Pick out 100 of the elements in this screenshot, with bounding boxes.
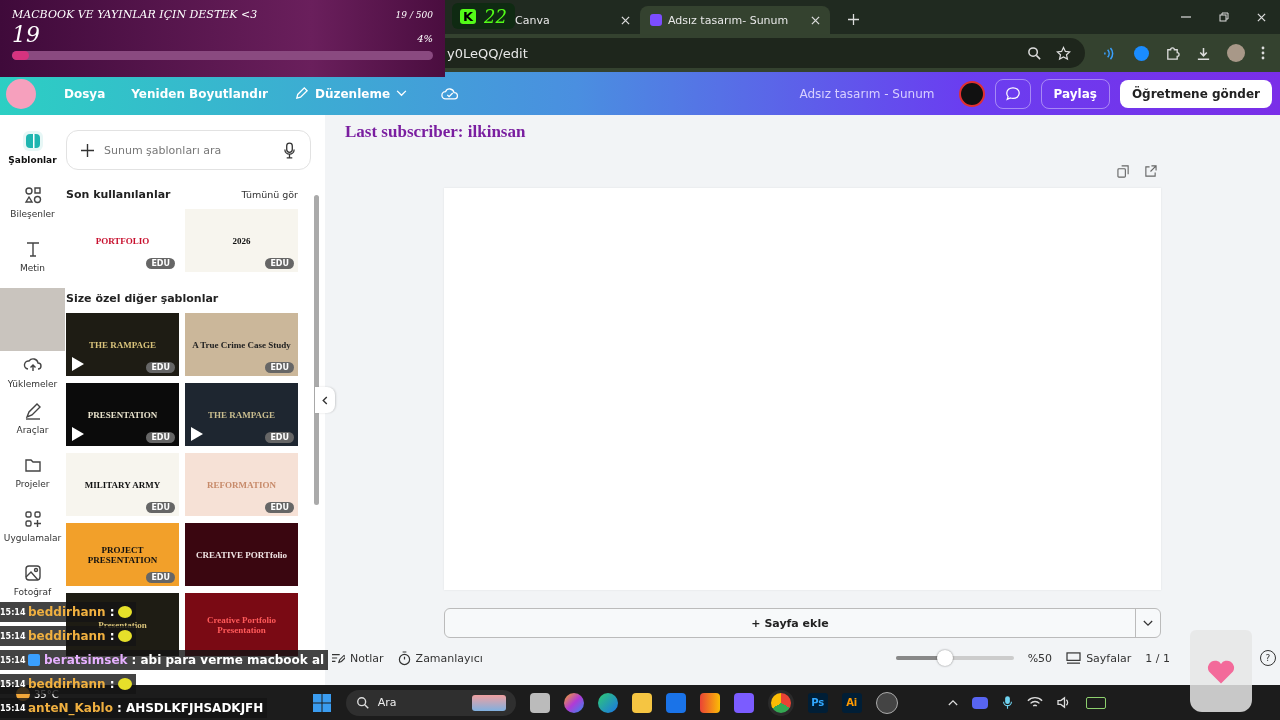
sidebar-item[interactable]: Yüklemeler — [0, 353, 65, 399]
tray-icons[interactable] — [948, 699, 958, 706]
thumbnail-title: Creative Portfolio Presentation — [205, 614, 278, 635]
thumbnail-title: REFORMATION — [206, 479, 277, 490]
template-thumbnail[interactable]: PRESENTATION EDU — [66, 383, 179, 446]
profile-avatar[interactable] — [1227, 44, 1245, 62]
shapes-icon — [22, 185, 43, 205]
close-icon[interactable] — [1257, 12, 1266, 22]
caret-icon — [396, 90, 408, 97]
template-thumbnail[interactable]: THE RAMPAGE EDU — [66, 313, 179, 376]
document-title[interactable]: Adsız tasarım - Sunum — [799, 86, 935, 101]
edu-badge: EDU — [146, 502, 175, 513]
chat-time: 15:14 — [0, 703, 24, 713]
avatar[interactable] — [958, 80, 985, 107]
battery-icon[interactable] — [1086, 696, 1106, 709]
thumbnail-title: PROJECT PRESENTATION — [86, 544, 159, 565]
share-icon[interactable] — [1144, 165, 1157, 178]
puzzle-icon[interactable] — [1165, 45, 1180, 61]
template-thumbnail[interactable]: A True Crime Case Study EDU — [185, 313, 298, 376]
close-icon[interactable] — [811, 15, 820, 25]
chat-username: beratsimsek — [44, 653, 128, 667]
apps-icon — [22, 509, 43, 529]
app-icon[interactable]: Ps — [807, 692, 828, 713]
thumbnail-title: THE RAMPAGE — [206, 409, 277, 420]
download-icon[interactable] — [1196, 45, 1211, 61]
goal-percent: 4% — [417, 33, 433, 44]
microphone-icon[interactable] — [1002, 695, 1013, 710]
template-thumbnail[interactable]: MILITARY ARMY EDU — [66, 453, 179, 516]
thumbnail-title: CREATIVE PORTfolio — [195, 549, 288, 560]
template-thumbnail[interactable]: REFORMATION EDU — [185, 453, 298, 516]
comment-button[interactable] — [994, 78, 1031, 109]
chat-message: : AHSDLKFJHSADKJFH — [116, 701, 264, 715]
chat-time: 15:14 — [0, 631, 24, 641]
send-to-teacher-button[interactable]: Öğretmene gönder — [1119, 79, 1272, 108]
pencil-icon — [294, 86, 309, 101]
edu-badge: EDU — [146, 432, 175, 443]
app-icon[interactable]: Ai — [841, 692, 862, 713]
cloud-check-icon[interactable] — [441, 86, 460, 101]
sidebar-item[interactable]: Projeler — [0, 453, 65, 507]
thumbnail-title: THE RAMPAGE — [87, 339, 158, 350]
goal-count: 19 / 500 — [395, 10, 433, 20]
edu-badge: EDU — [146, 258, 175, 269]
templates-icon — [22, 131, 43, 151]
sidebar-item[interactable]: Fotoğraf — [0, 561, 65, 601]
taskbar-search[interactable]: Ara — [345, 689, 516, 716]
restore-icon[interactable] — [1219, 12, 1229, 22]
edu-badge: EDU — [265, 502, 294, 513]
thumbnail-title: PRESENTATION — [86, 409, 159, 420]
thumbnail-title: PORTFOLIO — [94, 235, 151, 246]
webcam-placeholder — [0, 288, 65, 351]
see-all-link[interactable]: Tümünü gör — [241, 189, 298, 200]
new-tab-icon[interactable] — [848, 14, 859, 25]
more-icon[interactable] — [1261, 46, 1265, 60]
wifi-icon[interactable] — [1027, 696, 1043, 709]
template-thumbnail[interactable]: CREATIVE PORTfolio — [185, 523, 298, 586]
microphone-icon[interactable] — [283, 141, 296, 159]
template-thumbnail[interactable]: 2026 EDU — [185, 209, 298, 272]
sidebar-item[interactable]: Araçlar — [0, 399, 65, 453]
notes-icon — [331, 652, 345, 664]
sidebar-item[interactable]: Metin — [0, 237, 65, 291]
slider-thumb[interactable] — [937, 650, 954, 666]
speech-bubble-icon — [1004, 85, 1021, 102]
thumbnail-title: 2026 — [231, 235, 252, 246]
start-icon[interactable] — [311, 692, 332, 713]
browser-tab[interactable]: Adsız tasarım- Sunum — [640, 6, 830, 34]
sidebar-item[interactable]: Uygulamalar — [0, 507, 65, 561]
close-icon[interactable] — [621, 15, 630, 25]
search-field[interactable]: Sunum şablonları ara — [66, 130, 311, 170]
thumbnail-title: MILITARY ARMY — [83, 479, 162, 490]
share-button[interactable]: Paylaş — [1040, 78, 1110, 109]
star-icon[interactable] — [1056, 45, 1071, 61]
template-thumbnail[interactable]: THE RAMPAGE EDU — [185, 383, 298, 446]
sidebar-item[interactable]: Şablonlar — [0, 129, 65, 183]
goal-title: MACBOOK VE YAYINLAR IÇIN DESTEK <3 — [12, 8, 258, 21]
scrollbar[interactable] — [314, 195, 319, 505]
chat-message: : abi para verme macbook al — [131, 653, 325, 667]
edu-badge: EDU — [146, 362, 175, 373]
last-subscriber-overlay: Last subscriber: ilkinsan — [345, 122, 526, 142]
edu-badge: EDU — [265, 258, 294, 269]
canva-favicon-icon — [650, 14, 662, 26]
extension-icon[interactable] — [1134, 45, 1149, 61]
image-icon — [22, 563, 43, 583]
copy-icon[interactable] — [1117, 165, 1130, 178]
search-icon[interactable] — [1027, 45, 1042, 61]
zoom-slider[interactable] — [895, 650, 1014, 666]
timer-button[interactable]: Zamanlayıcı — [397, 650, 483, 666]
search-icon — [355, 695, 370, 710]
chat-time: 15:14 — [0, 679, 24, 689]
pages-button[interactable]: Sayfalar — [1066, 651, 1132, 665]
address-bar[interactable]: y0LeQQ/edit — [445, 38, 1085, 68]
collapse-button[interactable] — [315, 387, 335, 413]
notes-button[interactable]: Notlar — [331, 651, 384, 665]
tab-title: Adsız tasarım- Sunum — [668, 13, 790, 27]
template-thumbnail[interactable]: PROJECT PRESENTATION EDU — [66, 523, 179, 586]
zoom-level[interactable]: %50 — [1027, 651, 1053, 665]
edu-badge: EDU — [146, 572, 175, 583]
chat-time: 15:14 — [0, 655, 24, 665]
pages-icon — [1066, 651, 1082, 665]
counter-letter: K — [460, 8, 477, 24]
sidebar-item[interactable]: Bileşenler — [0, 183, 65, 237]
